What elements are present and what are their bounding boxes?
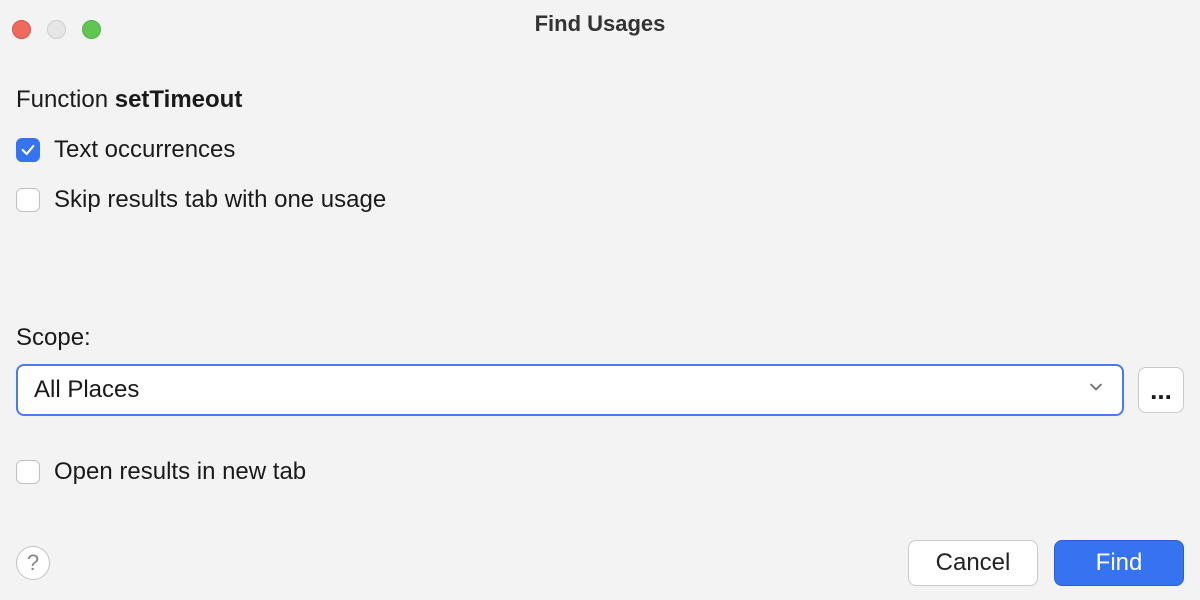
text-occurrences-checkbox[interactable] [16, 138, 40, 162]
window-controls [12, 20, 101, 39]
help-icon: ? [27, 550, 39, 576]
find-button[interactable]: Find [1054, 540, 1184, 586]
dialog-body: Function setTimeout Text occurrences Ski… [0, 48, 1200, 486]
help-button[interactable]: ? [16, 546, 50, 580]
titlebar: Find Usages [0, 0, 1200, 48]
chevron-down-icon [1086, 376, 1106, 404]
close-window-icon[interactable] [12, 20, 31, 39]
target-name: setTimeout [115, 86, 243, 113]
skip-results-label: Skip results tab with one usage [54, 186, 386, 214]
minimize-window-icon[interactable] [47, 20, 66, 39]
target-description: Function setTimeout [16, 86, 1184, 114]
cancel-button[interactable]: Cancel [908, 540, 1038, 586]
window-title: Find Usages [535, 11, 666, 37]
scope-more-button[interactable]: ... [1138, 367, 1184, 413]
ellipsis-icon: ... [1150, 375, 1172, 406]
skip-results-row: Skip results tab with one usage [16, 186, 1184, 214]
open-new-tab-checkbox[interactable] [16, 460, 40, 484]
skip-results-checkbox[interactable] [16, 188, 40, 212]
dialog-footer: ? Cancel Find [16, 540, 1184, 586]
open-new-tab-label: Open results in new tab [54, 458, 306, 486]
scope-select[interactable]: All Places [16, 364, 1124, 416]
open-new-tab-row: Open results in new tab [16, 458, 1184, 486]
text-occurrences-label: Text occurrences [54, 136, 235, 164]
scope-value: All Places [34, 376, 139, 404]
text-occurrences-row: Text occurrences [16, 136, 1184, 164]
zoom-window-icon[interactable] [82, 20, 101, 39]
scope-label: Scope: [16, 324, 1184, 352]
scope-section: Scope: All Places ... [16, 324, 1184, 416]
target-kind: Function [16, 86, 108, 113]
